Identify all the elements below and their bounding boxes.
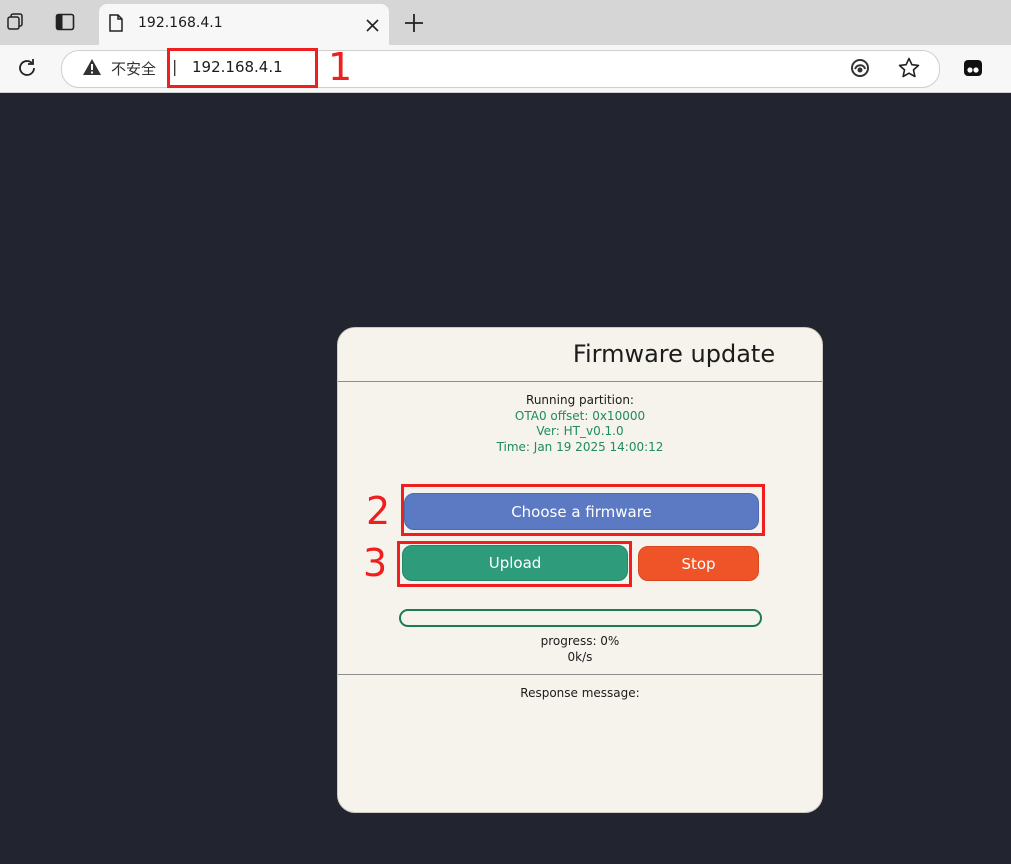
- transfer-speed: 0k/s: [567, 650, 593, 664]
- divider-bottom: [338, 674, 822, 675]
- workspaces-icon[interactable]: [4, 11, 26, 33]
- progress-text: progress: 0%: [540, 634, 620, 648]
- annotation-number-3: 3: [363, 541, 388, 585]
- annotation-number-2: 2: [366, 489, 391, 533]
- browser-tab[interactable]: 192.168.4.1: [99, 4, 389, 45]
- card-title: Firmware update: [572, 340, 776, 368]
- response-label: Response message:: [520, 686, 640, 700]
- annotation-box-2: [401, 484, 765, 536]
- tab-actions-icon[interactable]: [54, 11, 76, 33]
- annotation-box-1: [167, 48, 318, 88]
- warning-icon[interactable]: [82, 58, 102, 80]
- security-label[interactable]: 不安全: [111, 58, 156, 79]
- progress-bar: [399, 609, 762, 627]
- favorite-star-icon[interactable]: [897, 56, 921, 84]
- page-icon: [109, 14, 123, 36]
- partition-info: Running partition: OTA0 offset: 0x10000 …: [338, 393, 822, 455]
- profile-icon[interactable]: [963, 58, 983, 78]
- reader-icon[interactable]: [849, 57, 871, 83]
- divider-top: [338, 381, 822, 382]
- tab-title: 192.168.4.1: [138, 15, 223, 31]
- firmware-version: Ver: HT_v0.1.0: [536, 424, 624, 438]
- new-tab-icon[interactable]: [403, 12, 425, 38]
- stop-button[interactable]: Stop: [638, 546, 759, 581]
- close-icon[interactable]: [366, 17, 379, 36]
- card-title-row: Firmware update: [0, 340, 1011, 368]
- reload-icon[interactable]: [16, 57, 38, 83]
- running-partition-label: Running partition:: [526, 393, 634, 407]
- annotation-box-3: [397, 541, 632, 587]
- annotation-number-1: 1: [328, 45, 353, 89]
- build-time: Time: Jan 19 2025 14:00:12: [496, 439, 664, 454]
- partition-offset: OTA0 offset: 0x10000: [514, 408, 646, 423]
